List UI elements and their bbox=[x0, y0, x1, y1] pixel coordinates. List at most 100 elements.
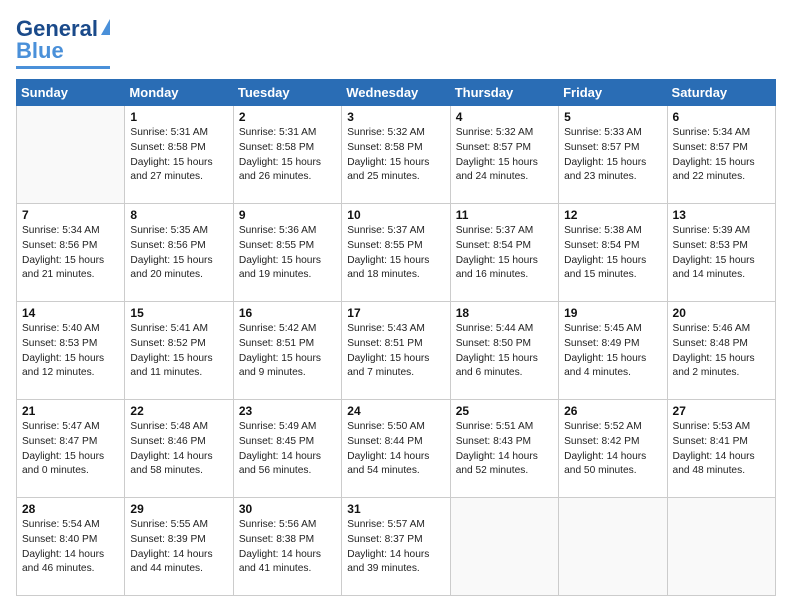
day-info: Sunrise: 5:45 AM Sunset: 8:49 PM Dayligh… bbox=[564, 322, 661, 381]
calendar-cell: 17Sunrise: 5:43 AM Sunset: 8:51 PM Dayli… bbox=[342, 302, 450, 400]
calendar-cell: 7Sunrise: 5:34 AM Sunset: 8:56 PM Daylig… bbox=[17, 204, 125, 302]
calendar-cell: 13Sunrise: 5:39 AM Sunset: 8:53 PM Dayli… bbox=[667, 204, 775, 302]
day-number: 3 bbox=[347, 110, 444, 124]
day-info: Sunrise: 5:55 AM Sunset: 8:39 PM Dayligh… bbox=[130, 518, 227, 577]
day-info: Sunrise: 5:34 AM Sunset: 8:57 PM Dayligh… bbox=[673, 126, 770, 185]
day-info: Sunrise: 5:53 AM Sunset: 8:41 PM Dayligh… bbox=[673, 420, 770, 479]
day-number: 10 bbox=[347, 208, 444, 222]
page: General Blue SundayMondayTuesdayWednesda… bbox=[0, 0, 792, 612]
day-number: 18 bbox=[456, 306, 553, 320]
day-info: Sunrise: 5:37 AM Sunset: 8:54 PM Dayligh… bbox=[456, 224, 553, 283]
day-number: 23 bbox=[239, 404, 336, 418]
calendar-cell: 24 Sunrise: 5:50 AM Sunset: 8:44 PM Dayli… bbox=[342, 400, 450, 498]
day-info: Sunrise: 5:51 AM Sunset: 8:43 PM Dayligh… bbox=[456, 420, 553, 479]
calendar-cell: 15 Sunrise: 5:41 AM Sunset: 8:52 PM Dayli… bbox=[125, 302, 233, 400]
day-info: Sunrise: 5:33 AM Sunset: 8:57 PM Dayligh… bbox=[564, 126, 661, 185]
logo: General Blue bbox=[16, 16, 110, 69]
calendar-cell: 30 Sunrise: 5:56 AM Sunset: 8:38 PM Dayli… bbox=[233, 498, 341, 596]
day-info: Sunrise: 5:49 AM Sunset: 8:45 PM Dayligh… bbox=[239, 420, 336, 479]
logo-triangle-icon bbox=[101, 19, 110, 35]
day-info: Sunrise: 5:42 AM Sunset: 8:51 PM Dayligh… bbox=[239, 322, 336, 381]
day-number: 22 bbox=[130, 404, 227, 418]
calendar-cell: 6 Sunrise: 5:34 AM Sunset: 8:57 PM Daylig… bbox=[667, 106, 775, 204]
day-number: 27 bbox=[673, 404, 770, 418]
day-info: Sunrise: 5:39 AM Sunset: 8:53 PM Dayligh… bbox=[673, 224, 770, 283]
weekday-header-monday: Monday bbox=[125, 80, 233, 106]
day-number: 2 bbox=[239, 110, 336, 124]
calendar-week-row: 7Sunrise: 5:34 AM Sunset: 8:56 PM Daylig… bbox=[17, 204, 776, 302]
calendar-cell: 31 Sunrise: 5:57 AM Sunset: 8:37 PM Dayli… bbox=[342, 498, 450, 596]
day-info: Sunrise: 5:52 AM Sunset: 8:42 PM Dayligh… bbox=[564, 420, 661, 479]
day-info: Sunrise: 5:50 AM Sunset: 8:44 PM Dayligh… bbox=[347, 420, 444, 479]
calendar-cell bbox=[450, 498, 558, 596]
logo-underline bbox=[16, 66, 110, 69]
day-number: 15 bbox=[130, 306, 227, 320]
calendar-table: SundayMondayTuesdayWednesdayThursdayFrid… bbox=[16, 79, 776, 596]
calendar-cell: 22 Sunrise: 5:48 AM Sunset: 8:46 PM Dayli… bbox=[125, 400, 233, 498]
day-number: 14 bbox=[22, 306, 119, 320]
day-number: 6 bbox=[673, 110, 770, 124]
logo-blue: Blue bbox=[16, 38, 64, 64]
calendar-cell: 8 Sunrise: 5:35 AM Sunset: 8:56 PM Daylig… bbox=[125, 204, 233, 302]
day-info: Sunrise: 5:57 AM Sunset: 8:37 PM Dayligh… bbox=[347, 518, 444, 577]
calendar-cell: 4Sunrise: 5:32 AM Sunset: 8:57 PM Daylig… bbox=[450, 106, 558, 204]
calendar-cell: 16 Sunrise: 5:42 AM Sunset: 8:51 PM Dayli… bbox=[233, 302, 341, 400]
calendar-week-row: 1 Sunrise: 5:31 AM Sunset: 8:58 PM Daylig… bbox=[17, 106, 776, 204]
day-info: Sunrise: 5:56 AM Sunset: 8:38 PM Dayligh… bbox=[239, 518, 336, 577]
day-info: Sunrise: 5:35 AM Sunset: 8:56 PM Dayligh… bbox=[130, 224, 227, 283]
weekday-header-wednesday: Wednesday bbox=[342, 80, 450, 106]
calendar-cell: 29 Sunrise: 5:55 AM Sunset: 8:39 PM Dayli… bbox=[125, 498, 233, 596]
header: General Blue bbox=[16, 16, 776, 69]
day-info: Sunrise: 5:46 AM Sunset: 8:48 PM Dayligh… bbox=[673, 322, 770, 381]
day-info: Sunrise: 5:31 AM Sunset: 8:58 PM Dayligh… bbox=[130, 126, 227, 185]
day-number: 12 bbox=[564, 208, 661, 222]
day-number: 8 bbox=[130, 208, 227, 222]
calendar-week-row: 14Sunrise: 5:40 AM Sunset: 8:53 PM Dayli… bbox=[17, 302, 776, 400]
day-number: 24 bbox=[347, 404, 444, 418]
calendar-cell: 2 Sunrise: 5:31 AM Sunset: 8:58 PM Daylig… bbox=[233, 106, 341, 204]
calendar-week-row: 21Sunrise: 5:47 AM Sunset: 8:47 PM Dayli… bbox=[17, 400, 776, 498]
day-number: 31 bbox=[347, 502, 444, 516]
day-info: Sunrise: 5:43 AM Sunset: 8:51 PM Dayligh… bbox=[347, 322, 444, 381]
day-number: 16 bbox=[239, 306, 336, 320]
calendar-cell: 5 Sunrise: 5:33 AM Sunset: 8:57 PM Daylig… bbox=[559, 106, 667, 204]
calendar-week-row: 28Sunrise: 5:54 AM Sunset: 8:40 PM Dayli… bbox=[17, 498, 776, 596]
calendar-cell: 28Sunrise: 5:54 AM Sunset: 8:40 PM Dayli… bbox=[17, 498, 125, 596]
calendar-cell: 11Sunrise: 5:37 AM Sunset: 8:54 PM Dayli… bbox=[450, 204, 558, 302]
calendar-cell: 12 Sunrise: 5:38 AM Sunset: 8:54 PM Dayli… bbox=[559, 204, 667, 302]
day-info: Sunrise: 5:41 AM Sunset: 8:52 PM Dayligh… bbox=[130, 322, 227, 381]
calendar-cell: 23 Sunrise: 5:49 AM Sunset: 8:45 PM Dayli… bbox=[233, 400, 341, 498]
calendar-cell: 1 Sunrise: 5:31 AM Sunset: 8:58 PM Daylig… bbox=[125, 106, 233, 204]
day-info: Sunrise: 5:37 AM Sunset: 8:55 PM Dayligh… bbox=[347, 224, 444, 283]
day-number: 29 bbox=[130, 502, 227, 516]
day-info: Sunrise: 5:36 AM Sunset: 8:55 PM Dayligh… bbox=[239, 224, 336, 283]
calendar-cell: 14Sunrise: 5:40 AM Sunset: 8:53 PM Dayli… bbox=[17, 302, 125, 400]
day-number: 4 bbox=[456, 110, 553, 124]
calendar-cell: 20 Sunrise: 5:46 AM Sunset: 8:48 PM Dayli… bbox=[667, 302, 775, 400]
day-info: Sunrise: 5:44 AM Sunset: 8:50 PM Dayligh… bbox=[456, 322, 553, 381]
day-number: 5 bbox=[564, 110, 661, 124]
day-info: Sunrise: 5:31 AM Sunset: 8:58 PM Dayligh… bbox=[239, 126, 336, 185]
day-info: Sunrise: 5:32 AM Sunset: 8:58 PM Dayligh… bbox=[347, 126, 444, 185]
day-number: 9 bbox=[239, 208, 336, 222]
day-info: Sunrise: 5:48 AM Sunset: 8:46 PM Dayligh… bbox=[130, 420, 227, 479]
calendar-cell bbox=[559, 498, 667, 596]
calendar-cell: 18 Sunrise: 5:44 AM Sunset: 8:50 PM Dayli… bbox=[450, 302, 558, 400]
day-number: 30 bbox=[239, 502, 336, 516]
day-number: 1 bbox=[130, 110, 227, 124]
weekday-header-sunday: Sunday bbox=[17, 80, 125, 106]
day-info: Sunrise: 5:38 AM Sunset: 8:54 PM Dayligh… bbox=[564, 224, 661, 283]
weekday-header-row: SundayMondayTuesdayWednesdayThursdayFrid… bbox=[17, 80, 776, 106]
weekday-header-thursday: Thursday bbox=[450, 80, 558, 106]
weekday-header-saturday: Saturday bbox=[667, 80, 775, 106]
calendar-cell: 27 Sunrise: 5:53 AM Sunset: 8:41 PM Dayli… bbox=[667, 400, 775, 498]
day-number: 20 bbox=[673, 306, 770, 320]
day-info: Sunrise: 5:34 AM Sunset: 8:56 PM Dayligh… bbox=[22, 224, 119, 283]
calendar-cell: 9 Sunrise: 5:36 AM Sunset: 8:55 PM Daylig… bbox=[233, 204, 341, 302]
calendar-cell: 10 Sunrise: 5:37 AM Sunset: 8:55 PM Dayli… bbox=[342, 204, 450, 302]
calendar-cell: 3 Sunrise: 5:32 AM Sunset: 8:58 PM Daylig… bbox=[342, 106, 450, 204]
calendar-cell: 26Sunrise: 5:52 AM Sunset: 8:42 PM Dayli… bbox=[559, 400, 667, 498]
weekday-header-friday: Friday bbox=[559, 80, 667, 106]
day-number: 21 bbox=[22, 404, 119, 418]
calendar-cell bbox=[667, 498, 775, 596]
